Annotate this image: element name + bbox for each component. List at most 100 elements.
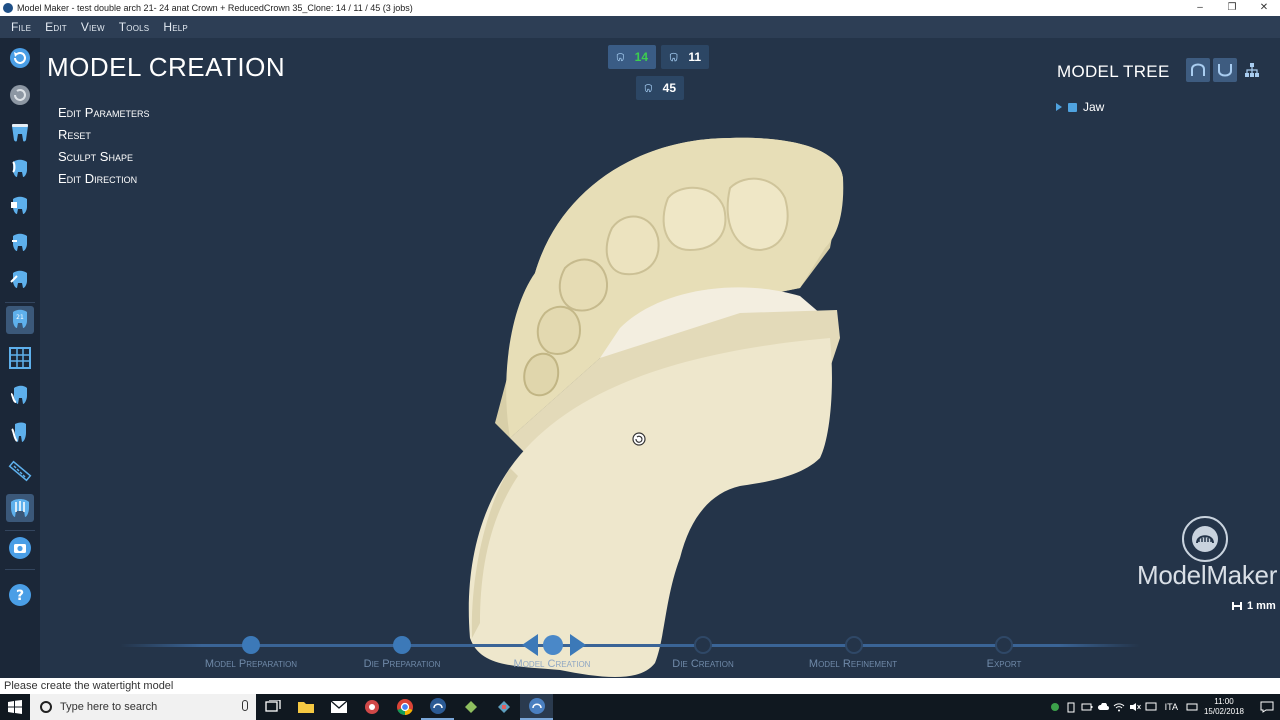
restore-button[interactable]: ❐ [1216, 0, 1248, 16]
app-logo-icon [3, 3, 13, 13]
step-dot-export[interactable] [995, 636, 1013, 654]
reset-button[interactable]: Reset [58, 124, 149, 146]
windows-taskbar: Type here to search ITA 11:00 15/02/2018 [0, 694, 1280, 720]
sculpt-shape-button[interactable]: Sculpt Shape [58, 146, 149, 168]
step-dot-die-preparation[interactable] [393, 636, 411, 654]
tooth-root-icon[interactable] [6, 419, 34, 447]
dental-app-1-icon[interactable] [454, 694, 487, 720]
menu-help[interactable]: Help [163, 20, 188, 34]
visibility-checkbox[interactable] [1068, 102, 1077, 112]
modelmaker-logo-icon [1182, 516, 1228, 562]
menu-view[interactable]: View [81, 20, 105, 34]
tooth-number-icon[interactable]: 21 [6, 306, 34, 334]
modelmaker-active-icon[interactable] [520, 694, 553, 720]
device-icon[interactable] [1063, 694, 1079, 720]
camera-icon[interactable] [6, 534, 34, 562]
tree-node-jaw[interactable]: Jaw [1056, 100, 1104, 114]
settings-app-icon[interactable] [355, 694, 388, 720]
tooth-implant-icon[interactable] [6, 382, 34, 410]
counter-reduced-value: 11 [688, 50, 701, 64]
step-dot-model-creation[interactable] [543, 635, 563, 655]
modelmaker-app-icon[interactable] [421, 694, 454, 720]
next-step-icon[interactable] [570, 634, 586, 656]
tooth-blue-3-icon[interactable] [6, 229, 34, 257]
task-view-icon[interactable] [256, 694, 289, 720]
dental-model-3d[interactable] [420, 98, 900, 678]
lower-jaw-icon[interactable] [1213, 58, 1237, 82]
counter-reduced[interactable]: 11 [661, 45, 709, 69]
counter-crowns[interactable]: 14 [608, 45, 656, 69]
step-dot-model-preparation[interactable] [242, 636, 260, 654]
display-icon[interactable] [1143, 694, 1159, 720]
status-bar: Please create the watertight model [0, 678, 1280, 694]
tooth-icon [644, 84, 652, 93]
windows-icon [8, 700, 22, 714]
step-label-die-preparation[interactable]: Die Preparation [322, 658, 482, 670]
start-button[interactable] [0, 694, 30, 720]
expand-arrow-icon[interactable] [1056, 103, 1062, 111]
tooth-top-icon[interactable] [6, 118, 34, 146]
file-explorer-icon[interactable] [289, 694, 322, 720]
edit-parameters-button[interactable]: Edit Parameters [58, 102, 149, 124]
svg-text:?: ? [16, 588, 24, 604]
ruler-icon[interactable] [6, 457, 34, 485]
minimize-button[interactable]: – [1184, 0, 1216, 16]
notification-icon[interactable] [1254, 694, 1280, 720]
help-icon[interactable]: ? [6, 581, 34, 609]
scale-indicator: 1 mm [1232, 600, 1276, 612]
cloud-icon[interactable] [1095, 694, 1111, 720]
dental-app-2-icon[interactable] [487, 694, 520, 720]
microphone-icon[interactable] [242, 700, 248, 711]
search-placeholder: Type here to search [60, 701, 158, 713]
scale-label: 1 mm [1247, 600, 1276, 612]
menu-tools[interactable]: Tools [119, 20, 150, 34]
tooth-active-icon[interactable] [6, 494, 34, 522]
model-tree-buttons [1186, 58, 1267, 82]
previous-step-icon[interactable] [522, 634, 538, 656]
clock-date: 15/02/2018 [1203, 707, 1244, 716]
menu-file[interactable]: File [11, 20, 31, 34]
refresh-icon[interactable] [6, 44, 34, 72]
step-label-model-creation[interactable]: Model Creation [472, 658, 632, 670]
menu-edit[interactable]: Edit [45, 20, 67, 34]
grid-icon[interactable] [6, 344, 34, 372]
edit-direction-button[interactable]: Edit Direction [58, 168, 149, 190]
tooth-blue-2-icon[interactable] [6, 192, 34, 220]
counter-clone[interactable]: 45 [636, 76, 684, 100]
page-title: MODEL CREATION [47, 52, 286, 82]
step-label-export[interactable]: Export [924, 658, 1084, 670]
volume-icon[interactable] [1127, 694, 1143, 720]
model-tree-title: MODEL TREE [1057, 62, 1170, 81]
chrome-icon[interactable] [388, 694, 421, 720]
step-label-model-preparation[interactable]: Model Preparation [171, 658, 331, 670]
taskbar-search[interactable]: Type here to search [30, 694, 256, 720]
wifi-icon[interactable] [1111, 694, 1127, 720]
upper-jaw-icon[interactable] [1186, 58, 1210, 82]
language-indicator[interactable]: ITA [1165, 702, 1178, 712]
step-label-model-refinement[interactable]: Model Refinement [773, 658, 933, 670]
hierarchy-icon[interactable] [1240, 58, 1264, 82]
close-button[interactable]: ✕ [1248, 0, 1280, 16]
tooth-blue-1-icon[interactable] [6, 155, 34, 183]
network-share-icon[interactable] [1047, 694, 1063, 720]
clock[interactable]: 11:00 15/02/2018 [1204, 697, 1244, 717]
3d-viewport[interactable]: MODEL CREATION Edit Parameters Reset Scu… [40, 38, 1280, 678]
step-label-die-creation[interactable]: Die Creation [623, 658, 783, 670]
tooth-icon [669, 52, 678, 62]
brand-name: ModelMaker [1137, 560, 1278, 590]
step-dot-die-creation[interactable] [694, 636, 712, 654]
action-list: Edit Parameters Reset Sculpt Shape Edit … [58, 102, 149, 190]
battery-icon[interactable] [1079, 694, 1095, 720]
tooth-icon [616, 53, 624, 62]
rotate-cursor-icon [632, 432, 646, 446]
scale-bar-icon [1232, 602, 1242, 610]
keyboard-icon[interactable] [1184, 694, 1200, 720]
clock-time: 11:00 [1214, 697, 1234, 706]
tooth-blue-4-icon[interactable] [6, 266, 34, 294]
mail-icon[interactable] [322, 694, 355, 720]
step-dot-model-refinement[interactable] [845, 636, 863, 654]
refresh-disabled-icon[interactable] [6, 81, 34, 109]
tree-node-label: Jaw [1083, 100, 1105, 114]
svg-text:21: 21 [16, 314, 24, 321]
left-toolbar: 21 ? [0, 38, 40, 678]
